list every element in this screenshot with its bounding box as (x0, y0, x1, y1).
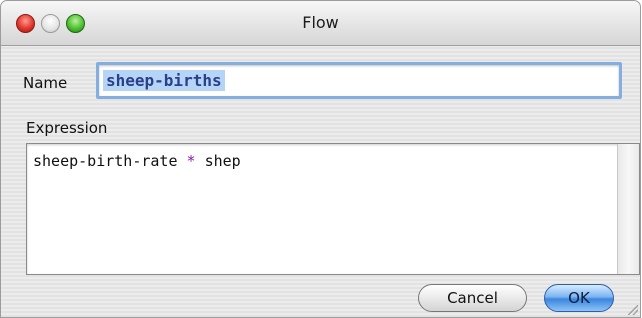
name-label: Name (23, 74, 68, 92)
window-title: Flow (302, 13, 339, 32)
title-bar[interactable]: Flow (1, 1, 640, 46)
expression-operator: * (186, 152, 196, 170)
name-input-value[interactable]: sheep-births (103, 70, 225, 91)
flow-dialog: Flow Name sheep-births Expression sheep-… (0, 0, 641, 318)
name-input[interactable]: sheep-births (96, 62, 622, 99)
expression-text[interactable]: sheep-birth-rate * shep (33, 152, 241, 170)
expression-lhs: sheep-birth-rate (33, 152, 187, 170)
ok-button[interactable]: OK (544, 284, 614, 312)
expression-label: Expression (26, 119, 108, 137)
cancel-button[interactable]: Cancel (418, 284, 527, 312)
expression-rhs: shep (195, 152, 241, 170)
expression-textarea[interactable]: sheep-birth-rate * shep (26, 143, 640, 275)
resize-grip[interactable] (628, 305, 638, 315)
expression-scrollbar[interactable] (617, 144, 639, 274)
